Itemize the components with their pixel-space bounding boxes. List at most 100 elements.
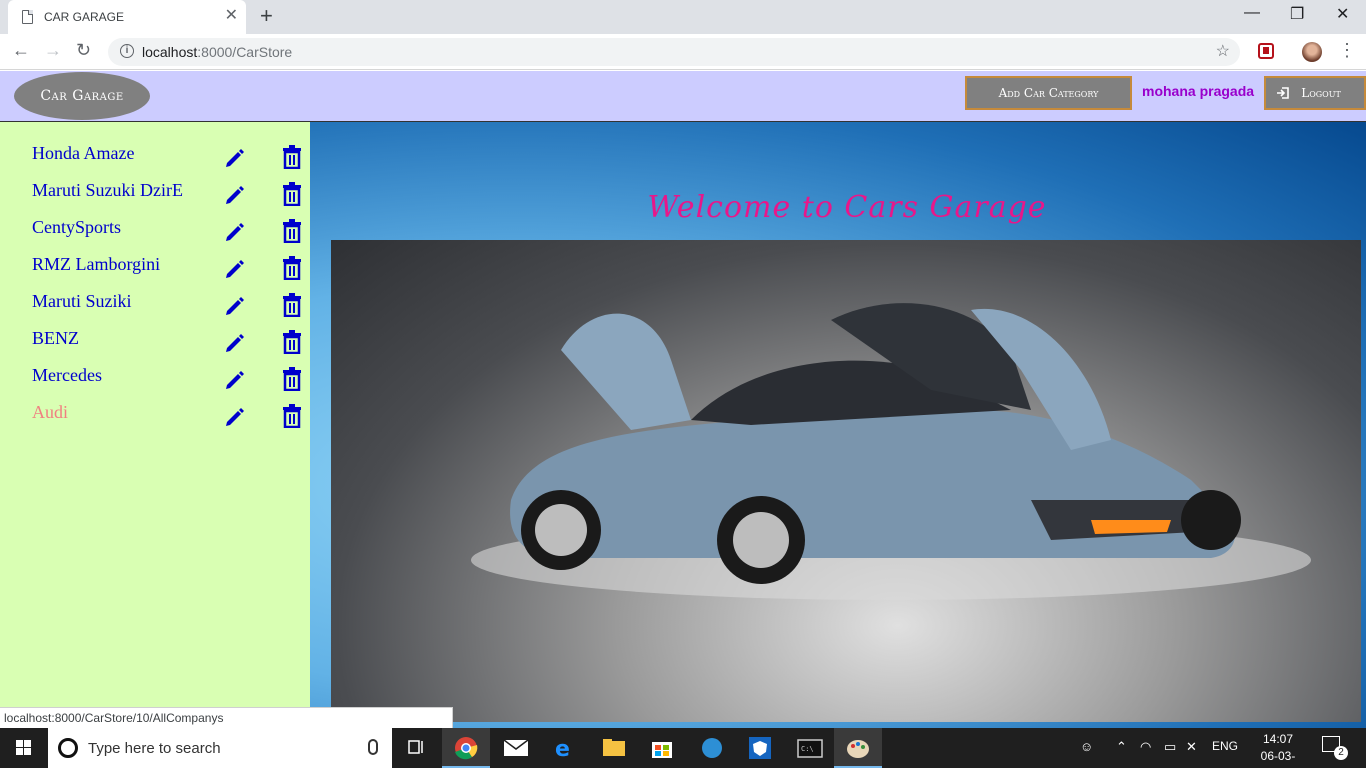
chevron-up-icon[interactable]: ⌃ [1116, 739, 1127, 755]
task-view-glyph [408, 740, 423, 754]
store-icon [652, 742, 672, 758]
notification-count: 2 [1334, 746, 1348, 760]
delete-trash-icon[interactable] [282, 145, 302, 169]
category-row: CentySports [0, 217, 310, 247]
edit-pencil-icon[interactable] [224, 147, 246, 169]
delete-trash-icon[interactable] [282, 367, 302, 391]
category-row: Honda Amaze [0, 143, 310, 173]
reload-icon[interactable]: ↻ [76, 40, 91, 61]
defender-taskbar-icon[interactable] [736, 728, 784, 768]
delete-trash-icon[interactable] [282, 256, 302, 280]
category-row: Maruti Suzuki DzirE [0, 180, 310, 210]
file-explorer-taskbar-icon[interactable] [590, 728, 638, 768]
paint-palette-icon [847, 740, 869, 758]
category-link[interactable]: CentySports [32, 217, 121, 238]
category-link[interactable]: Maruti Suzuki DzirE [32, 180, 183, 201]
delete-trash-icon[interactable] [282, 219, 302, 243]
store-taskbar-icon[interactable] [638, 728, 686, 768]
info-icon[interactable]: i [120, 44, 134, 58]
category-link[interactable]: Audi [32, 402, 68, 423]
browser-tab-strip: CAR GARAGE ✕ + — ❐ ✕ [0, 0, 1366, 34]
category-row: Mercedes [0, 365, 310, 395]
browser-menu-icon[interactable]: ⋮ [1338, 40, 1356, 61]
category-row: BENZ [0, 328, 310, 358]
edit-pencil-icon[interactable] [224, 369, 246, 391]
browser-toolbar: ← → ↻ i localhost:8000/CarStore ☆ ⋮ [0, 34, 1366, 70]
delete-trash-icon[interactable] [282, 182, 302, 206]
browser-tab[interactable]: CAR GARAGE ✕ [8, 0, 246, 34]
microphone-icon[interactable] [368, 739, 378, 755]
forward-arrow-icon[interactable]: → [44, 40, 62, 61]
bookmark-star-icon[interactable]: ☆ [1216, 41, 1230, 61]
add-car-category-button[interactable]: Add Car Category [965, 76, 1132, 110]
language-indicator[interactable]: ENG [1212, 739, 1238, 753]
category-link[interactable]: BENZ [32, 328, 79, 349]
category-row: Maruti Suziki [0, 291, 310, 321]
category-sidebar: Honda Amaze Maruti Suzuki DzirE CentySport… [0, 122, 310, 768]
tab-title: CAR GARAGE [44, 10, 125, 24]
wifi-icon[interactable]: ◠ [1140, 739, 1151, 755]
category-row: Audi [0, 402, 310, 432]
new-tab-button[interactable]: + [260, 4, 273, 28]
logout-button[interactable]: Logout [1264, 76, 1366, 110]
task-view-icon[interactable] [392, 728, 440, 768]
notifications-icon[interactable]: 2 [1322, 736, 1348, 760]
chrome-icon [455, 737, 478, 760]
delete-trash-icon[interactable] [282, 404, 302, 428]
shield-icon [749, 737, 771, 759]
site-logo[interactable]: Car Garage [14, 72, 150, 120]
page-icon [22, 10, 33, 24]
clock-date: 06-03-2019 [1260, 749, 1296, 768]
address-bar[interactable]: i localhost:8000/CarStore ☆ [108, 38, 1240, 66]
logout-label: Logout [1301, 86, 1341, 100]
terminal-taskbar-icon[interactable]: C:\ [786, 728, 834, 768]
taskbar-search[interactable]: Type here to search [48, 728, 392, 768]
folder-icon [603, 739, 625, 756]
back-arrow-icon[interactable]: ← [12, 40, 30, 61]
mail-taskbar-icon[interactable] [492, 728, 540, 768]
hero-car-image [331, 240, 1361, 722]
clock[interactable]: 14:07 06-03-2019 [1248, 731, 1308, 768]
clock-time: 14:07 [1262, 732, 1294, 746]
username: mohana pragada [1142, 83, 1255, 99]
delete-trash-icon[interactable] [282, 330, 302, 354]
delete-trash-icon[interactable] [282, 293, 302, 317]
battery-icon[interactable]: ▭ [1164, 739, 1176, 755]
edge-taskbar-icon[interactable]: e [540, 728, 588, 768]
edit-pencil-icon[interactable] [224, 221, 246, 243]
category-link[interactable]: Mercedes [32, 365, 102, 386]
url-host: localhost [142, 44, 198, 60]
category-link[interactable]: Honda Amaze [32, 143, 134, 164]
minimize-button[interactable]: — [1244, 4, 1260, 22]
edit-pencil-icon[interactable] [224, 295, 246, 317]
compass-app-taskbar-icon[interactable] [688, 728, 736, 768]
terminal-icon: C:\ [797, 739, 823, 758]
restore-button[interactable]: ❐ [1290, 4, 1304, 24]
windows-taskbar: Type here to search e C:\ ☺ ⌃ ◠ ▭ ✕ ENG … [0, 728, 1366, 768]
volume-muted-icon[interactable]: ✕ [1186, 739, 1197, 755]
category-link[interactable]: RMZ Lamborgini [32, 254, 160, 275]
paint-taskbar-icon[interactable] [834, 728, 882, 768]
edge-icon: e [555, 737, 570, 762]
close-tab-icon[interactable]: ✕ [225, 7, 238, 25]
edit-pencil-icon[interactable] [224, 184, 246, 206]
close-window-button[interactable]: ✕ [1336, 4, 1349, 24]
category-link[interactable]: Maruti Suziki [32, 291, 132, 312]
url-text[interactable]: localhost:8000/CarStore [142, 44, 292, 60]
svg-text:C:\: C:\ [801, 745, 814, 753]
main-content: Welcome to Cars Garage [310, 122, 1366, 728]
app-header: Car Garage Add Car Category mohana praga… [0, 71, 1366, 122]
status-bar-url: localhost:8000/CarStore/10/AllCompanys [0, 707, 453, 728]
profile-avatar[interactable] [1302, 42, 1322, 62]
edit-pencil-icon[interactable] [224, 406, 246, 428]
search-placeholder: Type here to search [88, 740, 221, 757]
people-icon[interactable]: ☺ [1080, 739, 1093, 754]
welcome-heading: Welcome to Cars Garage [647, 190, 1047, 225]
extension-icon[interactable] [1258, 43, 1274, 59]
chrome-taskbar-icon[interactable] [442, 728, 490, 768]
edit-pencil-icon[interactable] [224, 258, 246, 280]
edit-pencil-icon[interactable] [224, 332, 246, 354]
logout-icon [1277, 87, 1289, 99]
compass-icon [702, 738, 722, 758]
start-button[interactable] [0, 728, 48, 768]
